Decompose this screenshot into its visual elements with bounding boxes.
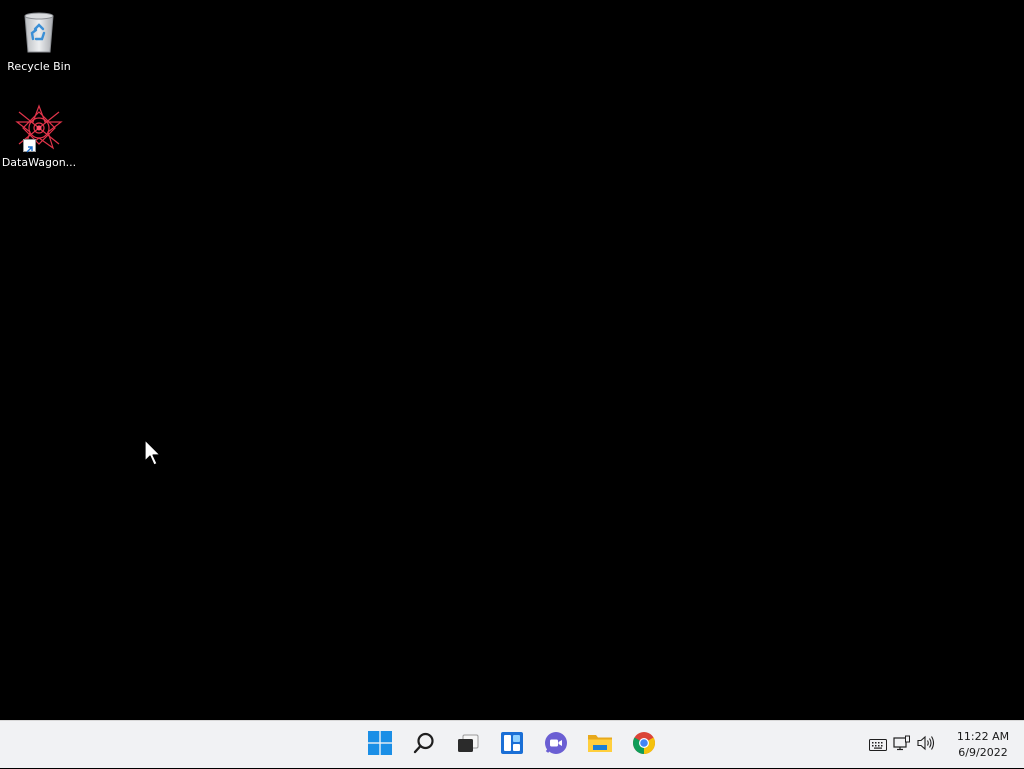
taskbar: 11:22 AM 6/9/2022 (0, 720, 1024, 768)
start-button[interactable] (358, 725, 402, 765)
keyboard-icon (869, 736, 887, 755)
folder-icon (587, 731, 613, 759)
search-icon (412, 731, 436, 759)
datawagon-shortcut[interactable]: DataWagon... (0, 104, 78, 169)
file-explorer-button[interactable] (578, 725, 622, 765)
widgets-icon (500, 731, 524, 759)
recycle-bin-icon (15, 8, 63, 56)
volume-icon (917, 735, 935, 755)
keyboard-button[interactable] (866, 730, 890, 760)
network-button[interactable] (890, 730, 914, 760)
shortcut-arrow-icon (23, 139, 36, 153)
clock-time: 11:22 AM (956, 730, 1010, 743)
mouse-pointer-icon (144, 439, 162, 467)
search-button[interactable] (402, 725, 446, 765)
teams-chat-icon (544, 731, 568, 759)
recycle-bin-label: Recycle Bin (7, 60, 71, 73)
datawagon-label: DataWagon... (1, 156, 77, 169)
chat-button[interactable] (534, 725, 578, 765)
widgets-button[interactable] (490, 725, 534, 765)
taskbar-pinned-apps (358, 721, 666, 769)
task-view-icon (456, 731, 480, 759)
recycle-bin-shortcut[interactable]: Recycle Bin (0, 8, 78, 73)
desktop: Recycle Bin DataWagon... (0, 0, 1024, 720)
system-tray: 11:22 AM 6/9/2022 (866, 721, 1024, 769)
task-view-button[interactable] (446, 725, 490, 765)
chrome-icon (632, 731, 656, 759)
chrome-button[interactable] (622, 725, 666, 765)
clock-date: 6/9/2022 (958, 746, 1008, 759)
datawagon-icon (15, 104, 63, 153)
windows-logo-icon (368, 731, 392, 759)
clock[interactable]: 11:22 AM 6/9/2022 (946, 729, 1020, 761)
network-icon (893, 735, 911, 755)
volume-button[interactable] (914, 730, 938, 760)
